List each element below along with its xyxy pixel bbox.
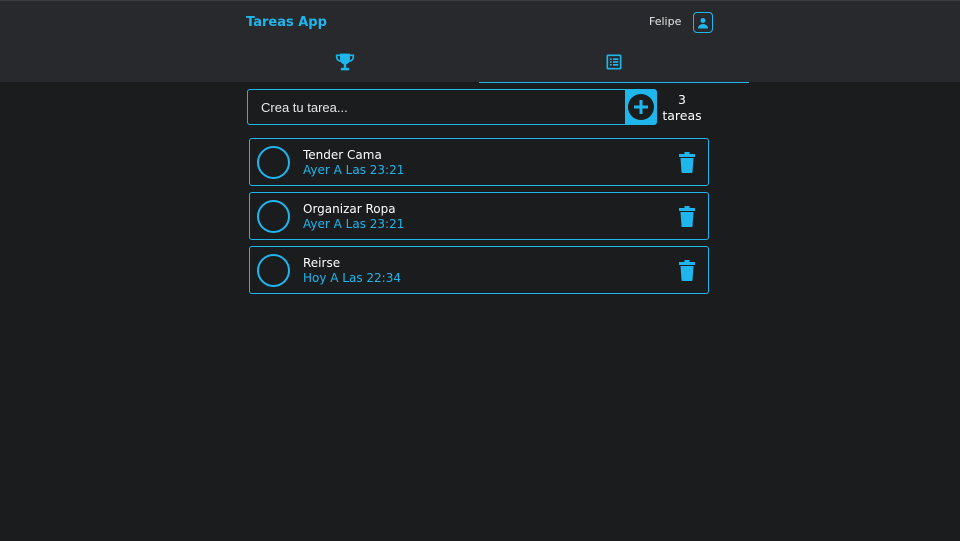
task-complete-toggle[interactable]: [257, 200, 290, 233]
task-title: Organizar Ropa: [303, 202, 396, 216]
tab-tasks[interactable]: [479, 41, 749, 83]
task-counter: 3 tareas: [658, 92, 706, 124]
new-task-form: [247, 89, 657, 125]
task-count-label: tareas: [662, 108, 702, 123]
app-title[interactable]: Tareas App: [246, 15, 327, 30]
task-timestamp: Ayer A Las 23:21: [303, 163, 405, 177]
top-bar: Tareas App Felipe: [0, 0, 960, 83]
task-timestamp: Hoy A Las 22:34: [303, 271, 401, 285]
task-title: Reirse: [303, 256, 341, 270]
plus-circle-icon: [628, 94, 654, 120]
trophy-icon: [335, 53, 354, 71]
tab-achievements[interactable]: [210, 41, 479, 83]
delete-task-button[interactable]: [678, 259, 696, 281]
task-count-number: 3: [678, 92, 686, 107]
delete-task-button[interactable]: [678, 205, 696, 227]
user-icon: [698, 17, 708, 28]
user-name: Felipe: [649, 15, 682, 28]
task-title: Tender Cama: [303, 148, 382, 162]
task-item: Reirse Hoy A Las 22:34: [249, 246, 709, 294]
task-complete-toggle[interactable]: [257, 254, 290, 287]
trash-icon: [679, 151, 695, 173]
delete-task-button[interactable]: [678, 151, 696, 173]
new-task-input[interactable]: [247, 89, 625, 125]
trash-icon: [679, 259, 695, 281]
list-icon: [606, 54, 622, 69]
trash-icon: [679, 205, 695, 227]
task-timestamp: Ayer A Las 23:21: [303, 217, 405, 231]
task-complete-toggle[interactable]: [257, 146, 290, 179]
task-item: Organizar Ropa Ayer A Las 23:21: [249, 192, 709, 240]
task-item: Tender Cama Ayer A Las 23:21: [249, 138, 709, 186]
task-list: Tender Cama Ayer A Las 23:21 Organizar R…: [249, 138, 709, 300]
user-avatar-button[interactable]: [693, 12, 713, 33]
add-task-button[interactable]: [625, 89, 657, 125]
